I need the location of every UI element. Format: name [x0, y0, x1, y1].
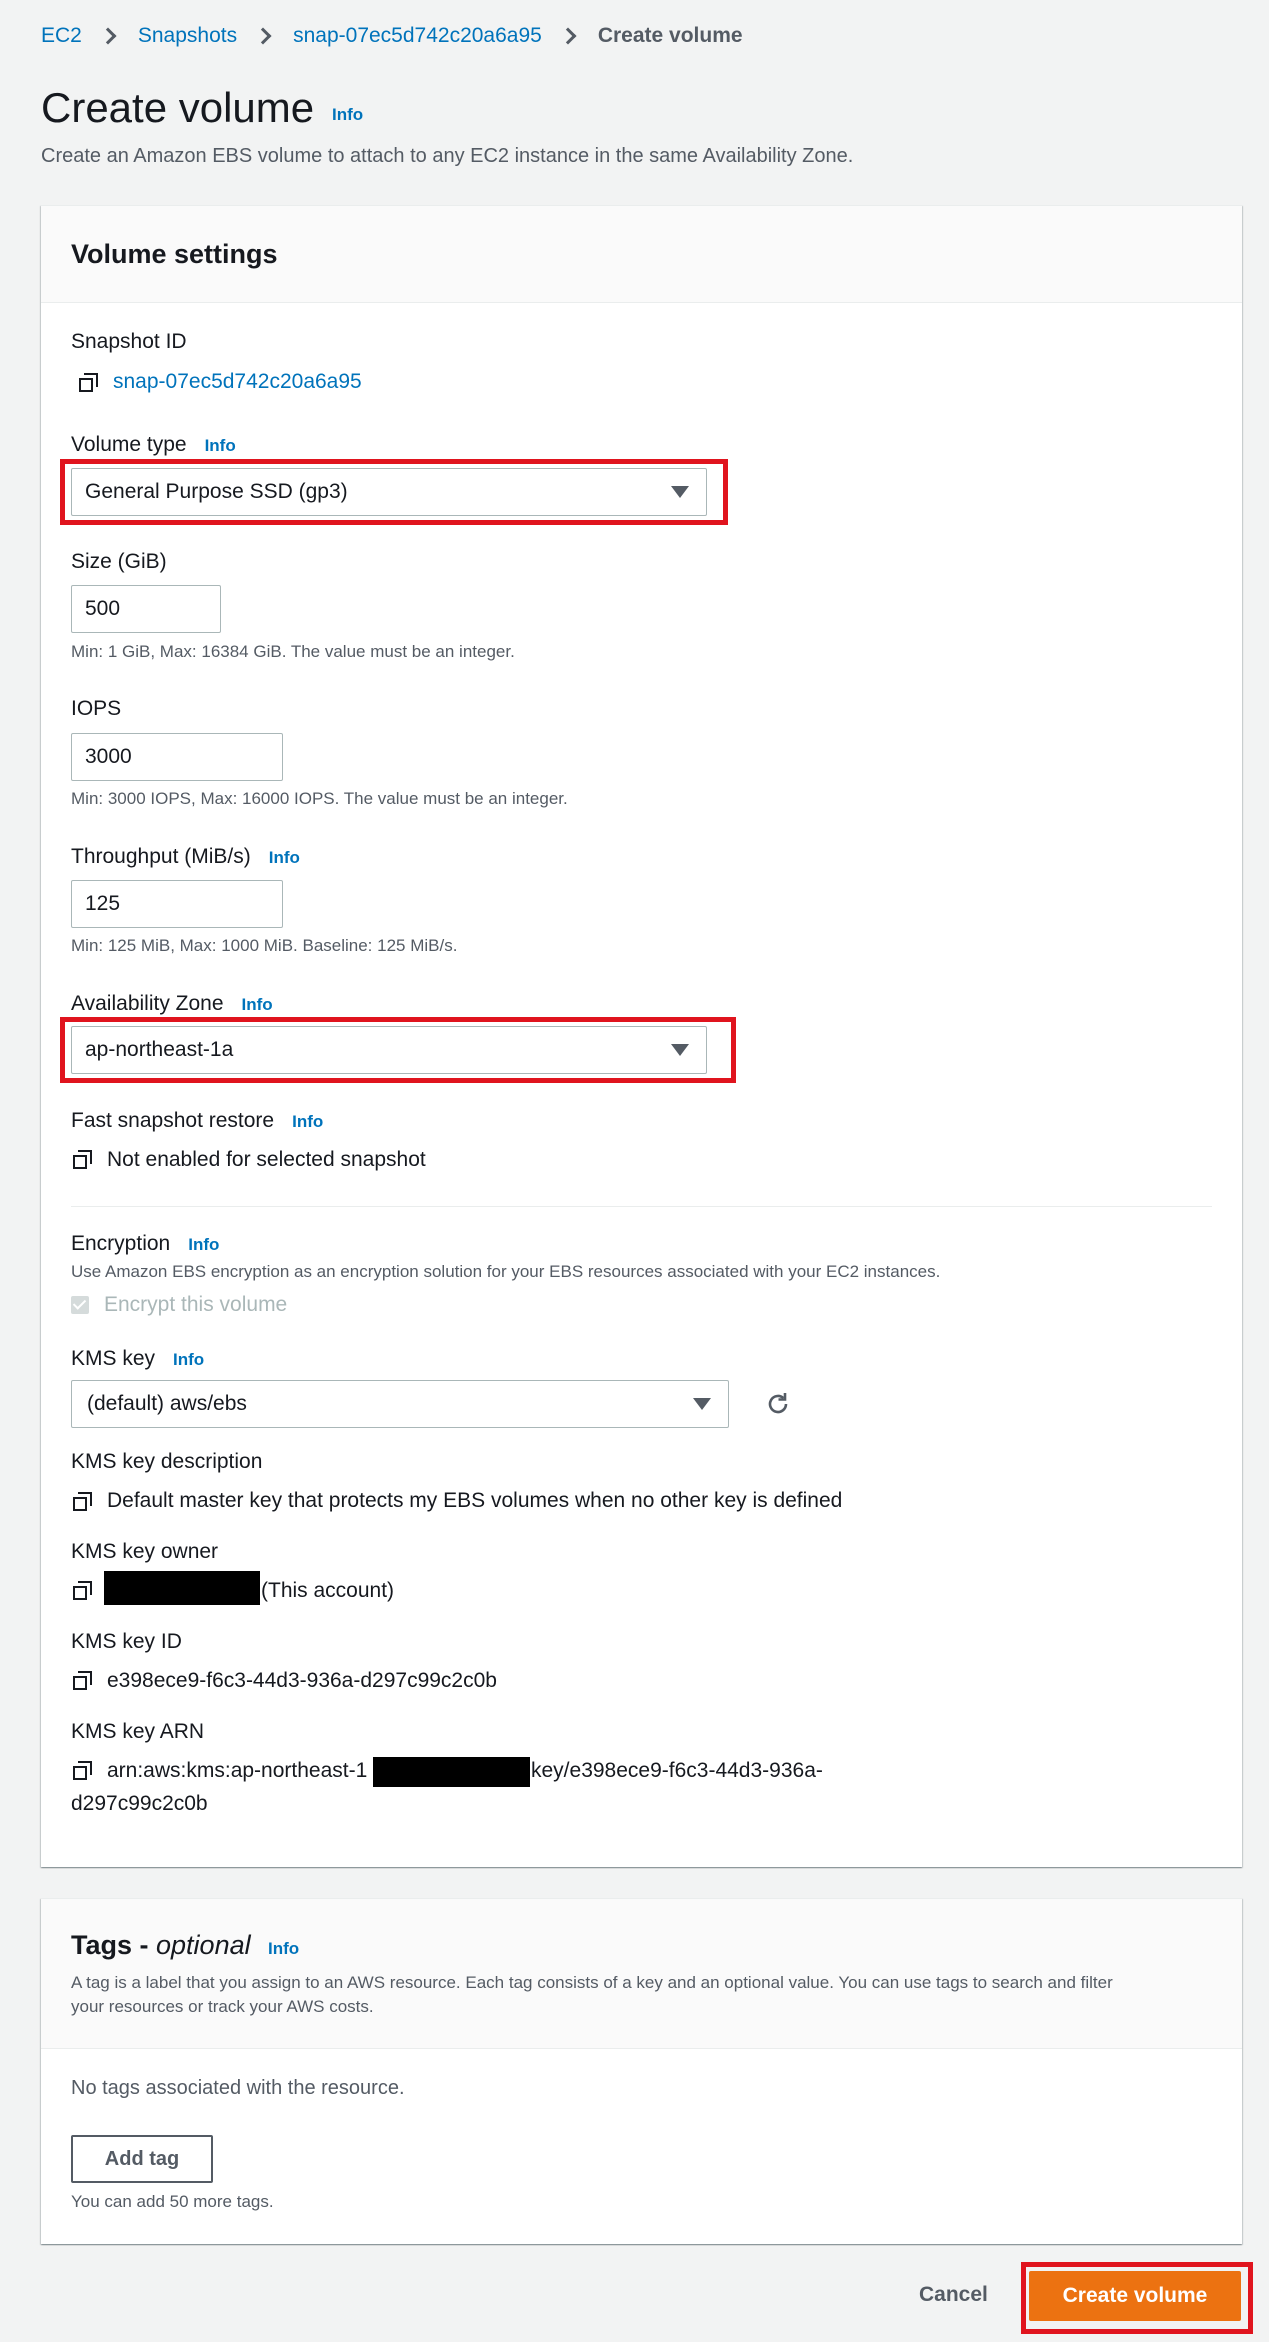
- snapshot-id-label: Snapshot ID: [71, 330, 187, 353]
- volume-type-info-link[interactable]: Info: [205, 436, 236, 455]
- tags-title: Tags - optional: [71, 1930, 251, 1960]
- iops-input[interactable]: [71, 733, 283, 781]
- page-info-link[interactable]: Info: [332, 105, 363, 125]
- fast-snapshot-restore-label: Fast snapshot restore Info: [71, 1109, 324, 1132]
- redacted-account-id: [373, 1757, 530, 1787]
- tags-description: A tag is a label that you assign to an A…: [71, 1973, 1113, 2016]
- kms-key-owner-label: KMS key owner: [71, 1540, 219, 1563]
- throughput-info-link[interactable]: Info: [269, 848, 300, 867]
- kms-key-arn-label: KMS key ARN: [71, 1720, 205, 1743]
- create-volume-button[interactable]: Create volume: [1029, 2271, 1241, 2321]
- kms-key-id-label: KMS key ID: [71, 1630, 182, 1653]
- volume-settings-title: Volume settings: [71, 239, 278, 269]
- page-description: Create an Amazon EBS volume to attach to…: [41, 145, 854, 167]
- breadcrumb-ec2[interactable]: EC2: [41, 24, 82, 48]
- size-input[interactable]: [71, 585, 221, 633]
- breadcrumb: EC2 Snapshots snap-07ec5d742c20a6a95 Cre…: [41, 24, 743, 48]
- throughput-label: Throughput (MiB/s) Info: [71, 845, 300, 868]
- chevron-right-icon: [254, 27, 272, 45]
- chevron-right-icon: [559, 27, 577, 45]
- volume-type-select[interactable]: General Purpose SSD (gp3): [71, 468, 707, 516]
- breadcrumb-snapshots[interactable]: Snapshots: [138, 24, 237, 48]
- kms-key-description-label: KMS key description: [71, 1450, 263, 1473]
- kms-key-id-value: e398ece9-f6c3-44d3-936a-d297c99c2c0b: [107, 1669, 497, 1692]
- size-hint: Min: 1 GiB, Max: 16384 GiB. The value mu…: [71, 642, 515, 661]
- fast-snapshot-restore-value: Not enabled for selected snapshot: [107, 1148, 426, 1171]
- caret-down-icon: [693, 1398, 711, 1410]
- kms-key-label: KMS key Info: [71, 1347, 205, 1370]
- kms-key-arn-line2: d297c99c2c0b: [71, 1792, 208, 1815]
- kms-key-info-link[interactable]: Info: [173, 1350, 204, 1369]
- throughput-hint: Min: 125 MiB, Max: 1000 MiB. Baseline: 1…: [71, 936, 458, 955]
- availability-zone-value: ap-northeast-1a: [85, 1038, 234, 1061]
- breadcrumb-snapshot-id[interactable]: snap-07ec5d742c20a6a95: [293, 24, 542, 48]
- fast-snapshot-restore-info-link[interactable]: Info: [292, 1112, 323, 1131]
- copy-icon[interactable]: [79, 373, 99, 393]
- volume-type-label: Volume type Info: [71, 433, 236, 456]
- encrypt-volume-label: Encrypt this volume: [104, 1293, 288, 1316]
- kms-key-value: (default) aws/ebs: [87, 1392, 247, 1415]
- chevron-right-icon: [99, 27, 117, 45]
- tags-remaining-hint: You can add 50 more tags.: [71, 2192, 274, 2211]
- checkbox-checked-icon: [71, 1296, 89, 1314]
- copy-icon[interactable]: [73, 1671, 93, 1691]
- encryption-hint: Use Amazon EBS encryption as an encrypti…: [71, 1262, 941, 1281]
- tags-info-link[interactable]: Info: [268, 1939, 299, 1959]
- caret-down-icon: [671, 486, 689, 498]
- divider: [71, 1206, 1212, 1207]
- breadcrumb-current: Create volume: [597, 24, 743, 47]
- encryption-label: Encryption Info: [71, 1232, 220, 1255]
- copy-icon[interactable]: [73, 1492, 93, 1512]
- kms-key-select[interactable]: (default) aws/ebs: [71, 1380, 729, 1428]
- size-label: Size (GiB): [71, 550, 167, 573]
- snapshot-id-link[interactable]: snap-07ec5d742c20a6a95: [113, 370, 362, 394]
- availability-zone-select[interactable]: ap-northeast-1a: [71, 1026, 707, 1074]
- page-title: Create volume: [41, 84, 315, 131]
- caret-down-icon: [671, 1044, 689, 1056]
- availability-zone-label: Availability Zone Info: [71, 992, 273, 1015]
- cancel-button[interactable]: Cancel: [919, 2283, 988, 2307]
- copy-icon[interactable]: [73, 1761, 93, 1781]
- kms-key-arn-suffix: key/e398ece9-f6c3-44d3-936a-: [531, 1759, 823, 1782]
- tags-empty-text: No tags associated with the resource.: [71, 2077, 405, 2099]
- volume-settings-header: Volume settings: [41, 206, 1242, 303]
- add-tag-button[interactable]: Add tag: [71, 2135, 213, 2183]
- copy-icon[interactable]: [73, 1581, 93, 1601]
- kms-key-arn-prefix: arn:aws:kms:ap-northeast-1: [107, 1759, 368, 1782]
- volume-type-value: General Purpose SSD (gp3): [85, 480, 348, 503]
- encryption-info-link[interactable]: Info: [188, 1235, 219, 1254]
- copy-icon[interactable]: [73, 1150, 93, 1170]
- availability-zone-info-link[interactable]: Info: [242, 995, 273, 1014]
- iops-label: IOPS: [71, 697, 122, 720]
- redacted-account-id: [104, 1571, 260, 1605]
- iops-hint: Min: 3000 IOPS, Max: 16000 IOPS. The val…: [71, 789, 568, 808]
- kms-key-description-value: Default master key that protects my EBS …: [107, 1489, 843, 1512]
- refresh-icon[interactable]: [765, 1391, 791, 1417]
- kms-key-owner-value: (This account): [261, 1579, 395, 1602]
- throughput-input[interactable]: [71, 880, 283, 928]
